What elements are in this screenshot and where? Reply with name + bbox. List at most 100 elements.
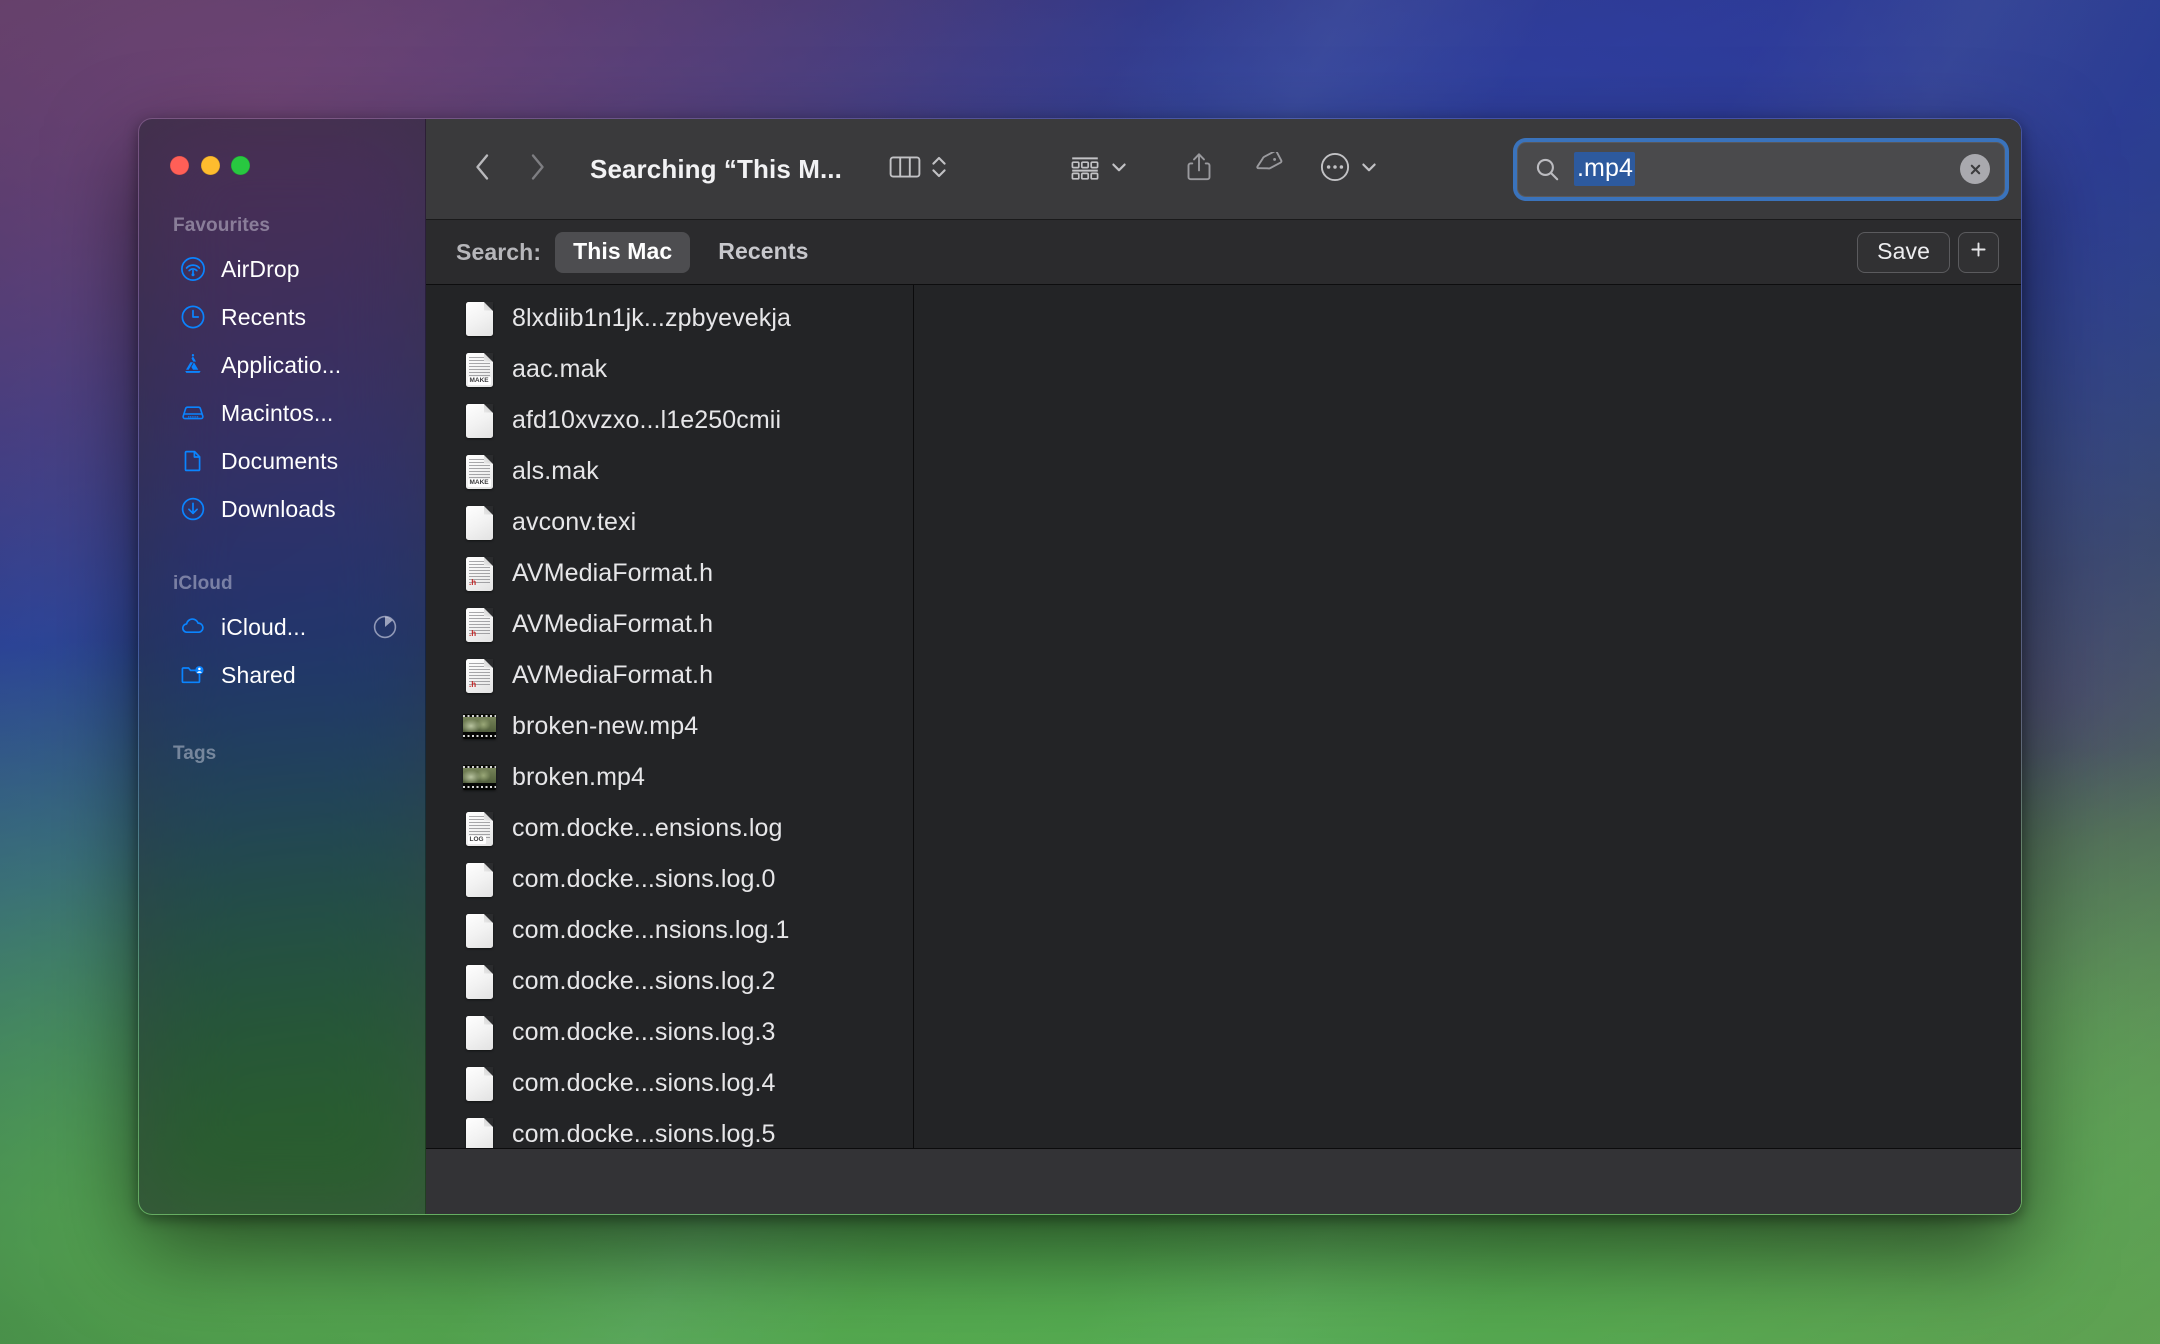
list-item[interactable]: com.docke...sions.log.4 xyxy=(426,1058,913,1109)
file-name: afd10xvzxo...l1e250cmii xyxy=(512,406,782,434)
sidebar-item-applications[interactable]: Applicatio... xyxy=(151,341,413,389)
blank-document-icon xyxy=(462,911,496,951)
search-field[interactable]: .mp4 xyxy=(1517,141,2005,197)
desktop: Favourites AirDrop Recents Applicatio...… xyxy=(0,0,2160,1344)
sidebar-section-tags: Tags xyxy=(173,743,217,764)
movie-thumbnail-icon xyxy=(462,707,496,747)
movie-thumbnail-icon xyxy=(462,758,496,798)
sidebar-item-label: iCloud... xyxy=(221,613,307,640)
list-item[interactable]: com.docke...sions.log.3 xyxy=(426,1007,913,1058)
file-list-column[interactable]: 8lxdiib1n1jk...zpbyevekja MAKE aac.mak a… xyxy=(426,285,914,1148)
group-by-icon xyxy=(1068,152,1102,187)
sidebar-item-label: AirDrop xyxy=(221,255,300,282)
file-name: com.docke...nsions.log.1 xyxy=(512,916,790,944)
file-name: 8lxdiib1n1jk...zpbyevekja xyxy=(512,304,792,332)
view-stepper-button[interactable] xyxy=(922,146,956,192)
list-item[interactable]: broken.mp4 xyxy=(426,752,913,803)
tag-button[interactable] xyxy=(1250,146,1284,192)
file-name: com.docke...sions.log.3 xyxy=(512,1018,776,1046)
list-item[interactable]: .h AVMediaFormat.h xyxy=(426,548,913,599)
blank-document-icon xyxy=(462,299,496,339)
group-by-chevron-button[interactable] xyxy=(1102,146,1136,192)
file-name: com.docke...sions.log.4 xyxy=(512,1069,776,1097)
shared-folder-icon xyxy=(179,661,207,689)
file-name: AVMediaFormat.h xyxy=(512,559,714,587)
save-search-button[interactable]: Save xyxy=(1857,231,1950,273)
document-icon xyxy=(179,447,207,475)
search-scope-bar: Search: This Mac Recents Save xyxy=(426,220,2021,285)
list-item[interactable]: com.docke...sions.log.0 xyxy=(426,854,913,905)
zoom-button[interactable] xyxy=(231,156,250,175)
more-actions-button[interactable] xyxy=(1318,146,1352,192)
header-document-icon: .h xyxy=(462,554,496,594)
sidebar-item-airdrop[interactable]: AirDrop xyxy=(151,245,413,293)
list-item[interactable]: MAKE als.mak xyxy=(426,446,913,497)
cloud-icon xyxy=(179,613,207,641)
makefile-document-icon: MAKE xyxy=(462,452,496,492)
sidebar-item-shared[interactable]: Shared xyxy=(151,651,413,699)
list-item[interactable]: .h AVMediaFormat.h xyxy=(426,650,913,701)
log-document-icon: LOG xyxy=(462,809,496,849)
chevron-down-icon xyxy=(1357,155,1381,184)
blank-document-icon xyxy=(462,401,496,441)
file-name: broken-new.mp4 xyxy=(512,712,699,740)
sync-progress-icon xyxy=(371,613,399,641)
file-name: als.mak xyxy=(512,457,599,485)
search-input-value[interactable]: .mp4 xyxy=(1574,151,1635,187)
add-search-criterion-button[interactable] xyxy=(1958,231,1999,273)
sidebar: Favourites AirDrop Recents Applicatio...… xyxy=(139,119,426,1214)
scope-option-this-mac[interactable]: This Mac xyxy=(555,231,691,273)
list-item[interactable]: com.docke...sions.log.5 xyxy=(426,1109,913,1148)
sidebar-item-label: Downloads xyxy=(221,495,336,522)
blank-document-icon xyxy=(462,503,496,543)
sidebar-item-icloud-drive[interactable]: iCloud... xyxy=(151,603,413,651)
blank-document-icon xyxy=(462,1013,496,1053)
list-item[interactable]: .h AVMediaFormat.h xyxy=(426,599,913,650)
minimize-button[interactable] xyxy=(200,156,220,175)
sidebar-item-macintosh-hd[interactable]: Macintos... xyxy=(151,389,413,437)
list-item[interactable]: avconv.texi xyxy=(426,497,913,548)
sidebar-item-documents[interactable]: Documents xyxy=(151,437,413,485)
list-item[interactable]: com.docke...sions.log.2 xyxy=(426,956,913,1007)
view-mode-button[interactable] xyxy=(888,146,922,192)
sidebar-item-label: Documents xyxy=(221,447,339,474)
list-item[interactable]: broken-new.mp4 xyxy=(426,701,913,752)
clock-icon xyxy=(179,303,207,331)
forward-button[interactable] xyxy=(510,146,564,192)
file-name: com.docke...sions.log.0 xyxy=(512,865,776,893)
scope-option-recents[interactable]: Recents xyxy=(700,232,826,273)
chevron-right-icon xyxy=(524,150,550,189)
share-button[interactable] xyxy=(1182,146,1216,192)
preview-column xyxy=(914,285,2021,1148)
ellipsis-circle-icon xyxy=(1318,150,1352,189)
main-pane: Searching “This M... .mp4 Search: This M… xyxy=(426,119,2021,1214)
more-actions-chevron-button[interactable] xyxy=(1352,146,1386,192)
column-view-icon xyxy=(888,152,922,187)
list-item[interactable]: afd10xvzxo...l1e250cmii xyxy=(426,395,913,446)
header-document-icon: .h xyxy=(462,656,496,696)
list-item[interactable]: MAKE aac.mak xyxy=(426,344,913,395)
sidebar-item-recents[interactable]: Recents xyxy=(151,293,413,341)
file-name: com.docke...ensions.log xyxy=(512,814,783,842)
back-button[interactable] xyxy=(456,146,510,192)
window-title: Searching “This M... xyxy=(590,153,842,184)
file-name: avconv.texi xyxy=(512,508,637,536)
list-item[interactable]: LOG com.docke...ensions.log xyxy=(426,803,913,854)
group-by-button[interactable] xyxy=(1068,146,1102,192)
list-item[interactable]: com.docke...nsions.log.1 xyxy=(426,905,913,956)
file-name: broken.mp4 xyxy=(512,763,646,791)
list-item[interactable]: 8lxdiib1n1jk...zpbyevekja xyxy=(426,293,913,344)
sidebar-item-label: Macintos... xyxy=(221,399,334,426)
search-icon xyxy=(1534,156,1562,183)
close-button[interactable] xyxy=(170,156,189,175)
blank-document-icon xyxy=(462,1064,496,1104)
content-area: 8lxdiib1n1jk...zpbyevekja MAKE aac.mak a… xyxy=(426,285,2021,1148)
hard-drive-icon xyxy=(179,399,207,427)
search-scope-label: Search: xyxy=(456,238,542,265)
clear-search-button[interactable] xyxy=(1960,154,1990,184)
window-footer xyxy=(426,1148,2021,1214)
window-controls xyxy=(139,119,425,183)
sidebar-item-downloads[interactable]: Downloads xyxy=(151,485,413,533)
header-document-icon: .h xyxy=(462,605,496,645)
plus-icon xyxy=(1968,239,1989,265)
